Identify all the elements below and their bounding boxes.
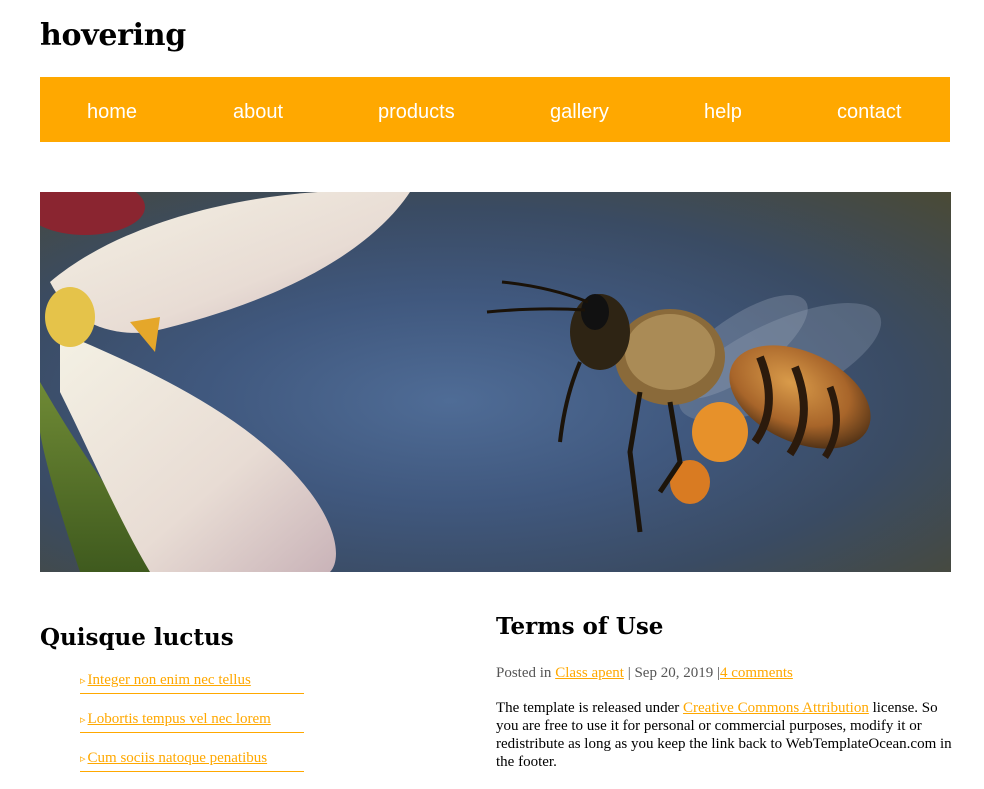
sidebar-links: ▹ Integer non enim nec tellus ▹ Lobortis t… [80,672,304,789]
article-body: The template is released under Creative … [496,699,956,771]
category-link[interactable]: Class apent [555,665,624,681]
bee-flower-illustration [40,192,882,572]
body-text-before: The template is released under [496,700,684,716]
nav-gallery[interactable]: gallery [550,101,609,124]
nav-help[interactable]: help [704,101,742,124]
list-item: ▹ Lobortis tempus vel nec lorem [80,711,304,733]
sidebar-title: Quisque luctus [40,624,234,651]
post-date: | Sep 20, 2019 | [623,665,720,681]
triangle-bullet-icon: ▹ [80,714,86,726]
sidebar-link[interactable]: Lobortis tempus vel nec lorem [88,711,271,727]
article-title: Terms of Use [496,613,664,640]
nav-home[interactable]: home [87,101,137,124]
nav-about[interactable]: about [233,101,283,124]
triangle-bullet-icon: ▹ [80,753,86,765]
main-nav: home about products gallery help contact [40,77,950,142]
sidebar-link[interactable]: Cum sociis natoque penatibus [88,750,268,766]
post-meta: Posted in Class apent | Sep 20, 2019 |4 … [496,665,793,682]
triangle-bullet-icon: ▹ [80,675,86,687]
site-title: hovering [40,18,186,53]
hero-image [40,192,951,572]
comments-link[interactable]: 4 comments [720,665,793,681]
nav-contact[interactable]: contact [837,101,901,124]
sidebar-link[interactable]: Integer non enim nec tellus [88,672,251,688]
posted-in-label: Posted in [496,665,552,681]
list-item: ▹ Integer non enim nec tellus [80,672,304,694]
license-link[interactable]: Creative Commons Attribution [683,700,869,716]
nav-products[interactable]: products [378,101,455,124]
list-item: ▹ Cum sociis natoque penatibus [80,750,304,772]
